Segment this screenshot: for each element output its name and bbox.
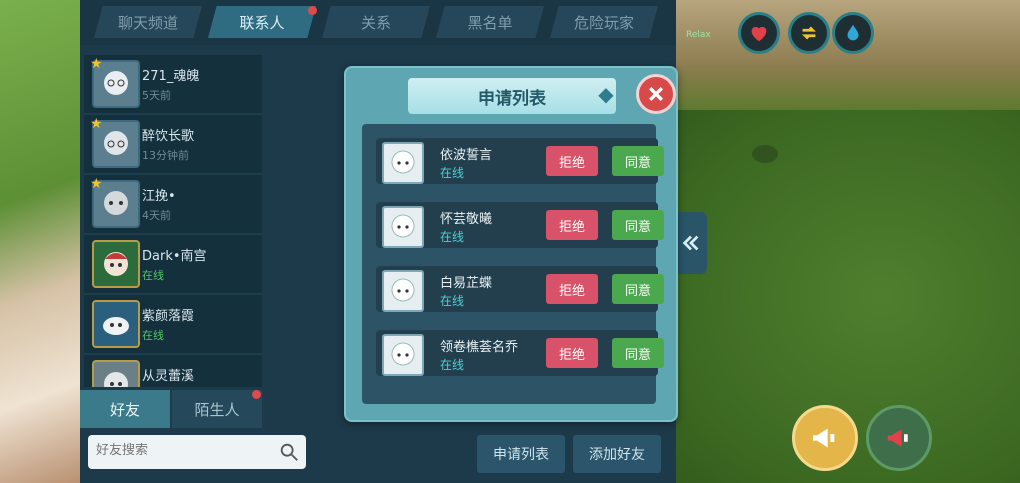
list-item[interactable]: ★ 271_魂魄 5天前: [84, 55, 262, 115]
accept-button[interactable]: 同意: [612, 274, 664, 304]
game-world-left: [0, 0, 85, 483]
list-item[interactable]: 从灵蕾溪: [84, 355, 262, 387]
request-list-dialog: ◆ 申请列表 ◆ 依波誓言 在线 拒绝 同意 怀芸敬曦 在线 拒绝 同意 白易芷…: [344, 66, 678, 422]
request-row: 怀芸敬曦 在线 拒绝 同意: [376, 202, 664, 248]
accept-button[interactable]: 同意: [612, 210, 664, 240]
request-row: 白易芷蝶 在线 拒绝 同意: [376, 266, 664, 312]
double-chevron-left-icon: [682, 235, 699, 251]
contacts-notification-dot: [308, 6, 317, 15]
tab-contacts[interactable]: 联系人: [208, 6, 316, 38]
request-row: 依波誓言 在线 拒绝 同意: [376, 138, 664, 184]
request-row: 领卷樵荟名乔 在线 拒绝 同意: [376, 330, 664, 376]
avatar: ★: [90, 116, 140, 168]
friend-status: 在线: [142, 329, 164, 342]
avatar: ★: [90, 56, 140, 108]
tab-relations[interactable]: 关系: [322, 6, 430, 38]
megaphone-button[interactable]: [792, 405, 858, 471]
friend-name: 醉饮长歌: [142, 129, 195, 144]
dialog-title: 申请列表: [408, 78, 616, 114]
star-icon: ★: [90, 176, 103, 192]
tab-dangerous-players[interactable]: 危险玩家: [550, 6, 658, 38]
tab-friends[interactable]: 好友: [80, 390, 170, 428]
requester-name: 依波誓言: [440, 148, 493, 163]
requester-status: 在线: [440, 230, 465, 244]
avatar: [382, 206, 424, 248]
list-item[interactable]: ★ 醉饮长歌 13分钟前: [84, 115, 262, 175]
requester-name: 白易芷蝶: [440, 276, 493, 291]
friend-status: 在线: [142, 269, 164, 282]
list-item[interactable]: ★ 江挽• 4天前: [84, 175, 262, 235]
star-icon: ★: [90, 56, 103, 72]
list-item[interactable]: Dark•南宫 在线: [84, 235, 262, 295]
title-ornament-right-icon: ◆: [598, 82, 614, 106]
friend-status: 13分钟前: [142, 149, 189, 162]
request-list[interactable]: 依波誓言 在线 拒绝 同意 怀芸敬曦 在线 拒绝 同意 白易芷蝶 在线 拒绝 同…: [362, 124, 664, 404]
close-button[interactable]: [636, 74, 676, 114]
friend-status: 5天前: [142, 89, 171, 102]
request-list-button[interactable]: 申请列表: [477, 435, 565, 473]
swap-icon[interactable]: [788, 12, 830, 54]
search-box[interactable]: [88, 435, 306, 469]
accept-button[interactable]: 同意: [612, 146, 664, 176]
friend-list[interactable]: ★ 271_魂魄 5天前 ★ 醉饮长歌 13分钟前 ★ 江挽• 4天前 Dark…: [84, 55, 262, 387]
reject-button[interactable]: 拒绝: [546, 210, 598, 240]
friend-name: 271_魂魄: [142, 69, 200, 84]
broadcast-button[interactable]: [866, 405, 932, 471]
heart-icon[interactable]: [738, 12, 780, 54]
avatar: [382, 270, 424, 312]
star-icon: ★: [90, 116, 103, 132]
tab-chat-channel[interactable]: 聊天频道: [94, 6, 202, 38]
add-friend-button[interactable]: 添加好友: [573, 435, 661, 473]
requester-name: 怀芸敬曦: [440, 212, 493, 227]
water-drop-icon[interactable]: [832, 12, 874, 54]
reject-button[interactable]: 拒绝: [546, 338, 598, 368]
friend-name: 从灵蕾溪: [142, 369, 195, 384]
friend-name: 江挽•: [142, 189, 176, 204]
avatar: [92, 360, 140, 387]
tab-blacklist[interactable]: 黑名单: [436, 6, 544, 38]
megaphone-red-icon: [887, 429, 908, 447]
close-icon: [648, 86, 664, 102]
avatar: [382, 142, 424, 184]
requester-status: 在线: [440, 166, 465, 180]
avatar: [382, 334, 424, 376]
accept-button[interactable]: 同意: [612, 338, 664, 368]
friend-type-tabs: 好友 陌生人: [80, 390, 266, 428]
collapse-button[interactable]: [675, 212, 707, 274]
search-input[interactable]: [96, 443, 276, 458]
avatar: [92, 240, 140, 288]
reject-button[interactable]: 拒绝: [546, 146, 598, 176]
requester-name: 领卷樵荟名乔: [440, 340, 519, 355]
avatar: [92, 300, 140, 348]
requester-status: 在线: [440, 358, 465, 372]
friend-status: 4天前: [142, 209, 171, 222]
avatar: ★: [90, 176, 140, 228]
reject-button[interactable]: 拒绝: [546, 274, 598, 304]
friend-name: Dark•南宫: [142, 249, 207, 264]
strangers-notification-dot: [252, 390, 261, 399]
list-item[interactable]: 紫颜落霞 在线: [84, 295, 262, 355]
search-icon[interactable]: [278, 441, 300, 463]
hud-label: Relax: [686, 30, 711, 40]
tab-bar: 聊天频道 联系人 关系 黑名单 危险玩家: [80, 0, 676, 45]
tab-strangers[interactable]: 陌生人: [172, 390, 262, 428]
friend-name: 紫颜落霞: [142, 309, 195, 324]
megaphone-icon: [813, 428, 835, 448]
eye-icon[interactable]: [752, 145, 778, 163]
requester-status: 在线: [440, 294, 465, 308]
